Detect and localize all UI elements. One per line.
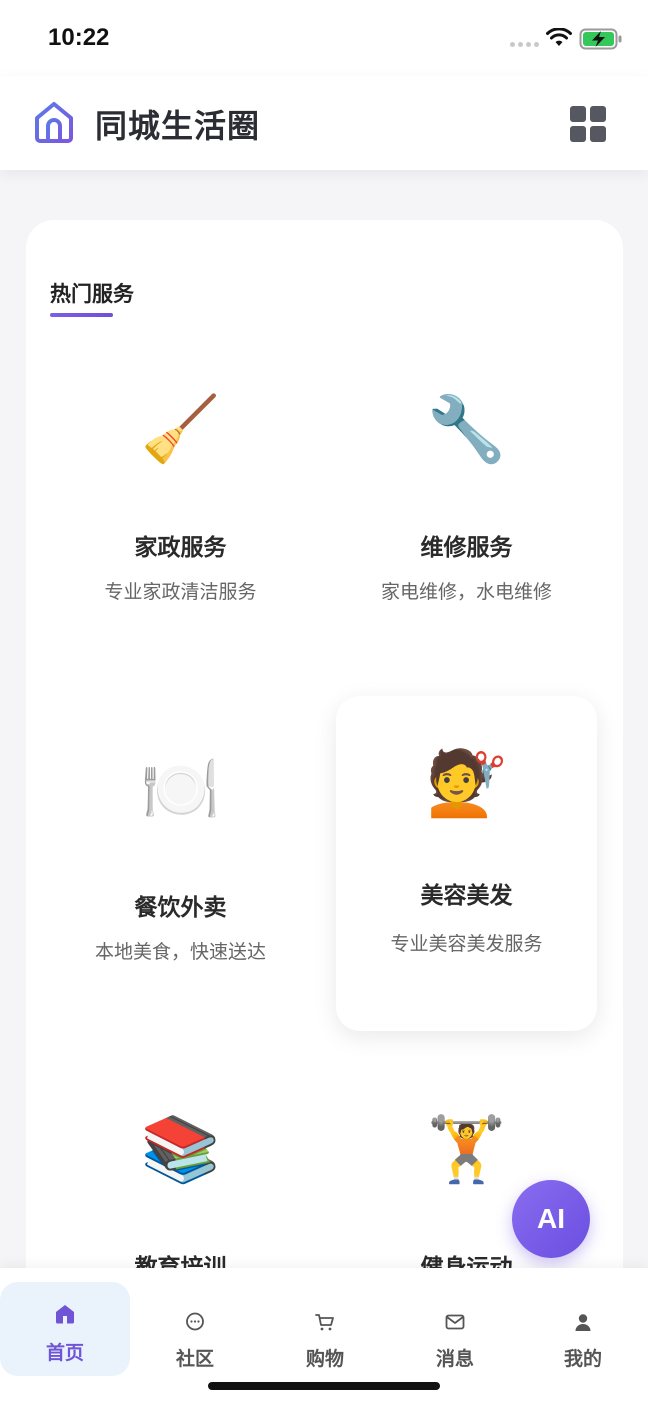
signal-icon bbox=[510, 42, 539, 47]
nav-item-shopping[interactable]: 购物 bbox=[260, 1282, 390, 1376]
nav-item-home[interactable]: 首页 bbox=[0, 1282, 130, 1376]
weightlifter-icon: 🏋️ bbox=[426, 1113, 507, 1187]
nav-label: 首页 bbox=[45, 1342, 84, 1364]
broom-icon: 🧹 bbox=[140, 393, 221, 467]
service-card-beauty[interactable]: 💇 美容美发 专业美容美发服务 bbox=[336, 696, 597, 1031]
service-desc: 本地美食，快速送达 bbox=[94, 941, 266, 963]
service-card-housekeeping[interactable]: 🧹 家政服务 专业家政清洁服务 bbox=[50, 350, 311, 685]
service-card-food[interactable]: 🍽️ 餐饮外卖 本地美食，快速送达 bbox=[50, 710, 311, 1045]
user-icon bbox=[575, 1314, 591, 1331]
section-title: 热门服务 bbox=[50, 282, 134, 306]
services-card: 热门服务 🧹 家政服务 专业家政清洁服务 🔧 维修服务 家电维修，水电维修 🍽️… bbox=[26, 220, 623, 1320]
nav-label: 购物 bbox=[305, 1348, 344, 1370]
nav-item-profile[interactable]: 我的 bbox=[518, 1282, 648, 1376]
books-icon: 📚 bbox=[140, 1113, 221, 1187]
nav-label: 社区 bbox=[175, 1348, 214, 1370]
page-title: 同城生活圈 bbox=[95, 107, 261, 145]
grid-menu-icon[interactable] bbox=[570, 106, 606, 142]
cart-icon bbox=[315, 1314, 334, 1331]
status-time: 10:22 bbox=[48, 24, 110, 51]
service-name: 维修服务 bbox=[420, 535, 513, 561]
nav-item-messages[interactable]: 消息 bbox=[390, 1282, 520, 1376]
nav-item-community[interactable]: 社区 bbox=[130, 1282, 260, 1376]
wrench-icon: 🔧 bbox=[426, 393, 507, 467]
ai-assistant-button[interactable]: AI bbox=[512, 1180, 590, 1258]
haircut-icon: 💇 bbox=[426, 747, 507, 821]
service-name: 家政服务 bbox=[134, 535, 227, 561]
service-desc: 专业家政清洁服务 bbox=[104, 581, 257, 603]
nav-label: 我的 bbox=[563, 1348, 602, 1370]
mail-icon bbox=[445, 1314, 465, 1330]
chat-bubble-icon bbox=[186, 1312, 204, 1331]
section-underline bbox=[50, 313, 113, 317]
status-bar: 10:22 bbox=[0, 0, 648, 76]
battery-charging-icon bbox=[579, 28, 622, 50]
home-indicator bbox=[208, 1382, 440, 1390]
service-card-repair[interactable]: 🔧 维修服务 家电维修，水电维修 bbox=[336, 350, 597, 685]
home-icon[interactable] bbox=[32, 100, 76, 144]
app-header: 同城生活圈 bbox=[0, 76, 648, 170]
wifi-icon bbox=[546, 28, 572, 46]
service-desc: 家电维修，水电维修 bbox=[380, 581, 552, 603]
home-icon bbox=[56, 1305, 74, 1324]
service-desc: 专业美容美发服务 bbox=[390, 933, 543, 955]
service-name: 美容美发 bbox=[420, 883, 513, 909]
service-name: 餐饮外卖 bbox=[134, 895, 227, 921]
plate-cutlery-icon: 🍽️ bbox=[140, 753, 221, 827]
nav-label: 消息 bbox=[435, 1348, 474, 1370]
